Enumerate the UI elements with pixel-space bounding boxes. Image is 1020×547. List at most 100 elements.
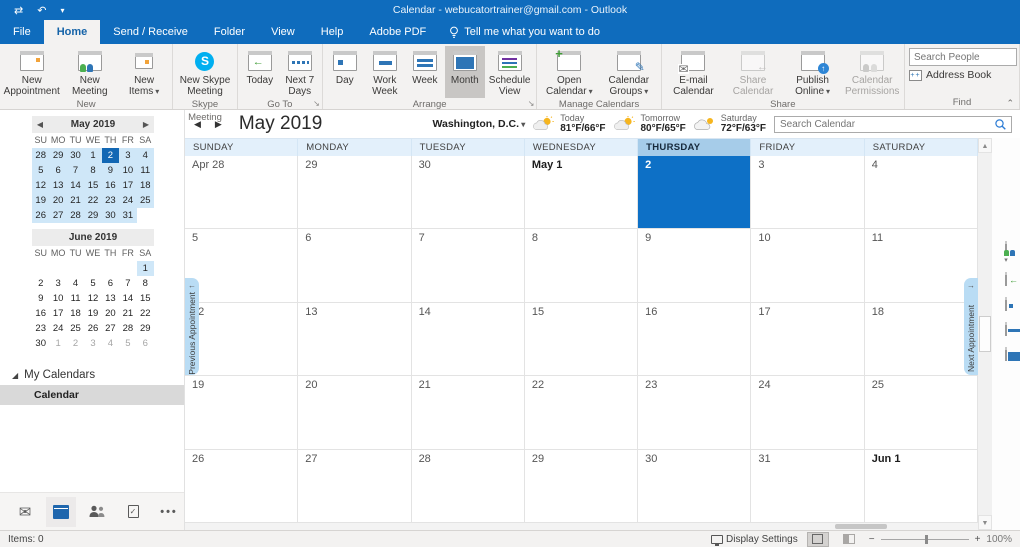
mini-calendar-day[interactable]: 5 (119, 336, 136, 351)
day-cell[interactable]: 28 (411, 449, 525, 523)
mini-calendar-day[interactable]: 25 (136, 193, 154, 208)
mini-calendar-day[interactable]: 29 (84, 208, 102, 223)
day-cell[interactable]: 21 (411, 376, 525, 450)
next-appointment-tab[interactable]: → Next Appointment (964, 278, 978, 375)
day-cell[interactable]: 29 (298, 156, 412, 230)
day-cell[interactable]: 11 (864, 229, 978, 303)
horizontal-scrollbar[interactable] (185, 523, 978, 530)
next-7-days-button[interactable]: Next 7 Days (280, 46, 320, 98)
day-cell[interactable]: Apr 28 (185, 156, 299, 230)
nav-tasks-button[interactable] (118, 497, 148, 527)
mini-calendar-day[interactable]: 25 (67, 321, 84, 336)
mini-calendar-day[interactable]: 16 (32, 306, 49, 321)
display-settings-button[interactable]: Display Settings (711, 534, 798, 546)
mini-calendar-day[interactable]: 14 (119, 291, 136, 306)
mini-calendar-day[interactable]: 7 (66, 163, 85, 178)
day-view-shortcut-icon[interactable] (1005, 297, 1007, 311)
calendar-list-item[interactable]: Calendar (0, 385, 184, 405)
mini-calendar-day[interactable]: 3 (84, 336, 101, 351)
go-to-dialog-launcher-icon[interactable]: ↘ (313, 99, 320, 108)
mini-calendar-day[interactable]: 1 (136, 261, 154, 276)
work-week-view-button[interactable]: Work Week (365, 46, 405, 98)
mini-calendar-day[interactable]: 4 (67, 276, 84, 291)
mini-calendar-day[interactable]: 6 (49, 163, 67, 178)
day-cell[interactable]: 13 (298, 302, 412, 377)
day-cell[interactable]: 5 (185, 229, 299, 303)
week-view-shortcut-icon[interactable] (1005, 322, 1007, 336)
day-cell[interactable]: 22 (524, 376, 639, 450)
mini-calendar-next-icon[interactable]: ▶ (141, 120, 151, 129)
nav-people-button[interactable] (82, 497, 112, 527)
search-icon[interactable] (993, 118, 1008, 131)
mini-calendar-day[interactable]: 30 (32, 336, 49, 351)
new-skype-meeting-button[interactable]: New Skype Meeting (175, 46, 235, 98)
day-cell[interactable]: 7 (411, 229, 525, 303)
previous-appointment-tab[interactable]: ← Previous Appointment (185, 278, 199, 375)
mini-calendar-day-selected[interactable]: 2 (101, 148, 120, 163)
day-cell[interactable]: 8 (524, 229, 639, 303)
tell-me-box[interactable]: Tell me what you want to do (439, 20, 610, 44)
day-cell[interactable]: 18 (864, 302, 978, 377)
month-view-button[interactable]: Month (444, 46, 485, 98)
today-button[interactable]: Today (240, 46, 280, 98)
mini-calendar-day[interactable]: 19 (84, 306, 101, 321)
tab-help[interactable]: Help (308, 20, 357, 44)
mini-calendar-day[interactable]: 3 (119, 148, 137, 163)
day-cell[interactable]: 9 (638, 229, 752, 303)
day-cell[interactable]: 10 (751, 229, 865, 303)
day-cell[interactable]: 29 (524, 449, 639, 523)
vertical-scrollbar-thumb[interactable] (979, 316, 991, 352)
search-calendar-input[interactable] (775, 118, 993, 130)
mini-calendar-day[interactable]: 5 (84, 276, 101, 291)
new-appointment-button[interactable]: New Appointment (2, 46, 62, 98)
mini-calendar-day[interactable]: 11 (136, 163, 154, 178)
mini-calendar-day[interactable]: 6 (102, 276, 119, 291)
tab-file[interactable]: File (0, 20, 44, 44)
mini-calendar-day[interactable]: 28 (119, 321, 136, 336)
mini-calendar-day[interactable]: 23 (101, 193, 120, 208)
mini-calendar-day[interactable]: 6 (137, 336, 154, 351)
horizontal-scrollbar-thumb[interactable] (835, 524, 888, 529)
mini-calendar-day[interactable]: 4 (136, 148, 154, 163)
mini-calendar-day[interactable]: 30 (101, 208, 120, 223)
mini-calendar-day[interactable]: 1 (84, 148, 102, 163)
zoom-out-button[interactable]: − (869, 534, 875, 545)
day-cell[interactable]: 16 (638, 302, 752, 377)
day-view-button[interactable]: Day (325, 46, 365, 98)
day-cell[interactable]: 3 (751, 156, 865, 230)
mini-calendar-day[interactable]: 16 (101, 178, 120, 193)
mini-calendar-day[interactable]: 10 (119, 163, 137, 178)
week-view-button[interactable]: Week (405, 46, 445, 98)
scroll-down-icon[interactable]: ▼ (978, 515, 992, 530)
zoom-in-button[interactable]: + (975, 534, 981, 545)
mini-calendar-day[interactable]: 12 (32, 178, 50, 193)
mini-calendar-day[interactable]: 12 (84, 291, 101, 306)
calendar-groups-button[interactable]: Calendar Groups (599, 46, 659, 98)
search-people-box[interactable] (909, 48, 1017, 66)
mini-calendar-day[interactable]: 17 (119, 178, 137, 193)
mini-calendar-day[interactable]: 29 (137, 321, 154, 336)
email-calendar-button[interactable]: E-mail Calendar (664, 46, 724, 98)
mini-calendar-day[interactable]: 9 (32, 291, 49, 306)
mini-calendar-day[interactable]: 26 (32, 208, 50, 223)
undo-icon[interactable]: ↶ (37, 4, 46, 17)
tab-send-receive[interactable]: Send / Receive (100, 20, 201, 44)
nav-more-button[interactable]: ••• (154, 497, 184, 527)
day-cell[interactable]: 19 (185, 376, 299, 450)
meeting-shortcut-icon[interactable] (1005, 241, 1007, 255)
today-shortcut-icon[interactable] (1005, 272, 1007, 286)
day-cell[interactable]: 27 (298, 449, 412, 523)
customize-quick-access-caret-icon[interactable]: ▾ (60, 6, 64, 15)
mini-calendar-day[interactable]: 21 (119, 306, 136, 321)
mini-calendar-day[interactable]: 7 (119, 276, 136, 291)
tab-adobe-pdf[interactable]: Adobe PDF (356, 20, 439, 44)
mini-calendar-day[interactable]: 1 (49, 336, 66, 351)
day-cell[interactable]: 24 (751, 376, 865, 450)
mini-calendar-day[interactable]: 17 (49, 306, 66, 321)
day-cell[interactable]: 14 (411, 302, 525, 377)
mini-calendar-day[interactable]: 28 (32, 148, 50, 163)
mini-calendar-day[interactable]: 31 (119, 208, 137, 223)
day-cell[interactable]: 4 (864, 156, 978, 230)
mini-calendar-day[interactable]: 27 (49, 208, 67, 223)
weather-tomorrow[interactable]: Tomorrow 80°F/65°F (613, 113, 686, 134)
